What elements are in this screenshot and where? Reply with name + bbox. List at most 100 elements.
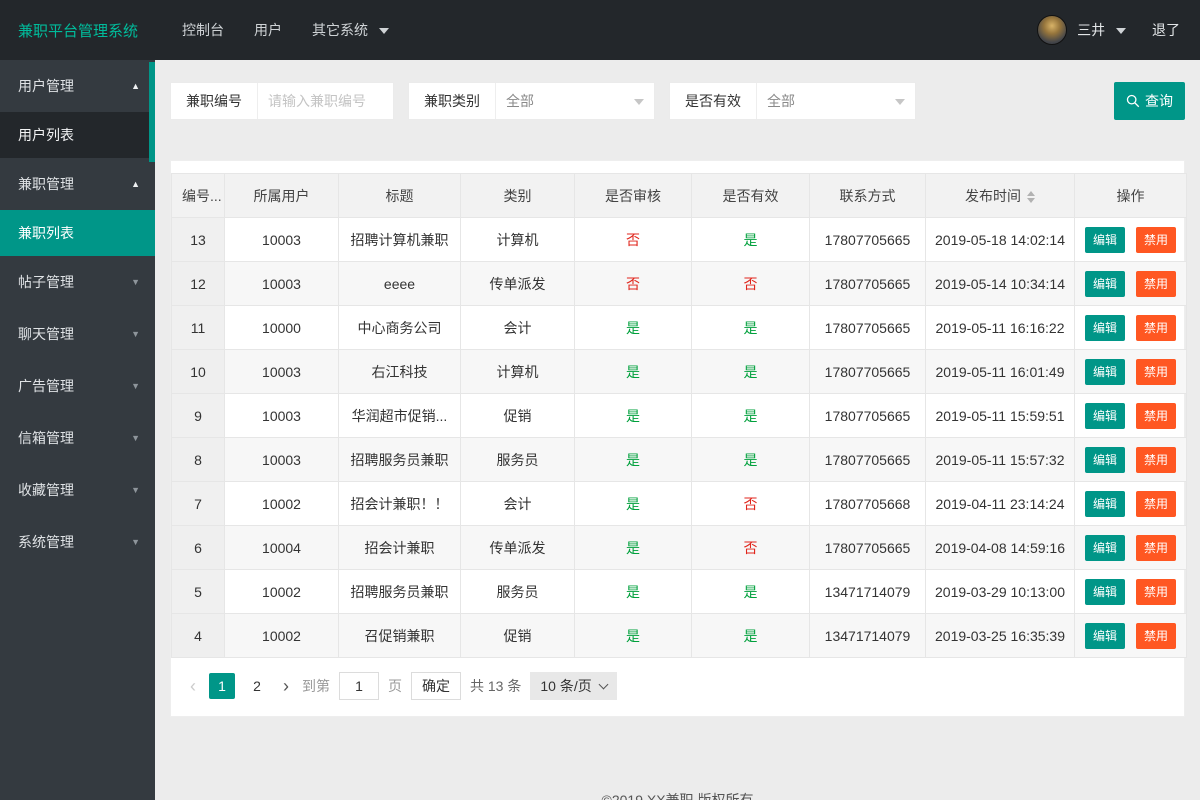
col-header-time: 发布时间 xyxy=(925,173,1075,218)
cell-time: 2019-03-29 10:13:00 xyxy=(925,569,1075,614)
page-size-select[interactable]: 10 条/页 xyxy=(530,672,617,700)
cell-valid: 是 xyxy=(691,349,810,394)
table-body: 13 10003 招聘计算机兼职 计算机 否 是 17807705665 201… xyxy=(171,217,1187,658)
table-row: 12 10003 eeee 传单派发 否 否 17807705665 2019-… xyxy=(171,261,1187,306)
nav-item-users[interactable]: 用户 xyxy=(239,0,297,60)
category-select[interactable]: 全部 xyxy=(496,83,654,119)
filter-bar: 兼职编号 兼职类别 全部 是否有效 全部 查询 xyxy=(170,82,1185,120)
edit-button[interactable]: 编辑 xyxy=(1085,490,1126,517)
cell-time: 2019-05-11 16:01:49 xyxy=(925,349,1075,394)
filter-category: 兼职类别 全部 xyxy=(408,82,655,120)
job-no-label: 兼职编号 xyxy=(171,83,258,119)
edit-button[interactable]: 编辑 xyxy=(1085,270,1126,297)
cell-title: 右江科技 xyxy=(338,349,461,394)
sidebar-item-label: 兼职列表 xyxy=(18,225,74,241)
sidebar-item-mailbox-mgmt[interactable]: 信箱管理 ▼ xyxy=(0,412,155,464)
sidebar-item-posts-mgmt[interactable]: 帖子管理 ▼ xyxy=(0,256,155,308)
table-header-row: 编号... 所属用户 标题 类别 是否审核 是否有效 联系方式 发布时间 操作 xyxy=(171,173,1187,218)
cell-category: 计算机 xyxy=(460,217,575,262)
username-dropdown[interactable]: 三井 xyxy=(1077,20,1126,40)
sort-icon[interactable] xyxy=(1027,190,1035,203)
cell-user: 10002 xyxy=(224,569,339,614)
prev-page-button[interactable]: ‹ xyxy=(186,676,200,696)
cell-audited: 是 xyxy=(574,569,692,614)
cell-category: 服务员 xyxy=(460,437,575,482)
app-title[interactable]: 兼职平台管理系统 xyxy=(0,20,167,41)
edit-button[interactable]: 编辑 xyxy=(1085,534,1126,561)
caret-icon: ▼ xyxy=(131,537,140,547)
cell-valid: 是 xyxy=(691,437,810,482)
cell-id: 12 xyxy=(171,261,225,306)
disable-button[interactable]: 禁用 xyxy=(1135,534,1176,561)
sidebar-item-label: 系统管理 xyxy=(18,534,74,550)
disable-button[interactable]: 禁用 xyxy=(1135,270,1176,297)
sidebar-item-favorites-mgmt[interactable]: 收藏管理 ▼ xyxy=(0,464,155,516)
sidebar-item-users-mgmt[interactable]: 用户管理 ▲ xyxy=(0,60,155,112)
sidebar-item-chat-mgmt[interactable]: 聊天管理 ▼ xyxy=(0,308,155,360)
cell-actions: 编辑 禁用 xyxy=(1074,525,1187,570)
nav-item-console[interactable]: 控制台 xyxy=(167,0,239,60)
caret-icon: ▲ xyxy=(131,81,140,91)
sidebar-item-jobs-mgmt[interactable]: 兼职管理 ▲ xyxy=(0,158,155,210)
cell-id: 11 xyxy=(171,305,225,350)
table-card: 编号... 所属用户 标题 类别 是否审核 是否有效 联系方式 发布时间 操作 … xyxy=(170,160,1187,717)
disable-button[interactable]: 禁用 xyxy=(1135,490,1176,517)
valid-select[interactable]: 全部 xyxy=(757,83,915,119)
caret-icon: ▼ xyxy=(131,277,140,287)
edit-button[interactable]: 编辑 xyxy=(1085,314,1126,341)
cell-phone: 13471714079 xyxy=(809,569,926,614)
col-header-category: 类别 xyxy=(460,173,575,218)
caret-icon: ▼ xyxy=(131,485,140,495)
search-button[interactable]: 查询 xyxy=(1114,82,1185,120)
search-icon xyxy=(1126,94,1140,108)
table-row: 11 10000 中心商务公司 会计 是 是 17807705665 2019-… xyxy=(171,305,1187,350)
edit-button[interactable]: 编辑 xyxy=(1085,358,1126,385)
sidebar-item-user-list[interactable]: 用户列表 xyxy=(0,112,155,158)
cell-id: 5 xyxy=(171,569,225,614)
edit-button[interactable]: 编辑 xyxy=(1085,622,1126,649)
cell-valid: 是 xyxy=(691,393,810,438)
cell-time: 2019-05-11 15:59:51 xyxy=(925,393,1075,438)
cell-actions: 编辑 禁用 xyxy=(1074,437,1187,482)
nav-item-other-systems[interactable]: 其它系统 xyxy=(297,0,404,60)
cell-phone: 13471714079 xyxy=(809,613,926,658)
sidebar-item-label: 广告管理 xyxy=(18,378,74,394)
cell-category: 计算机 xyxy=(460,349,575,394)
col-header-actions: 操作 xyxy=(1074,173,1187,218)
edit-button[interactable]: 编辑 xyxy=(1085,402,1126,429)
edit-button[interactable]: 编辑 xyxy=(1085,446,1126,473)
disable-button[interactable]: 禁用 xyxy=(1135,446,1176,473)
next-page-button[interactable]: › xyxy=(279,676,293,696)
cell-time: 2019-04-08 14:59:16 xyxy=(925,525,1075,570)
caret-icon: ▼ xyxy=(131,329,140,339)
table-row: 8 10003 招聘服务员兼职 服务员 是 是 17807705665 2019… xyxy=(171,437,1187,482)
sidebar-item-ads-mgmt[interactable]: 广告管理 ▼ xyxy=(0,360,155,412)
page-button-1[interactable]: 1 xyxy=(209,673,235,699)
cell-user: 10002 xyxy=(224,481,339,526)
disable-button[interactable]: 禁用 xyxy=(1135,314,1176,341)
sidebar-item-job-list[interactable]: 兼职列表 xyxy=(0,210,155,256)
sidebar-item-label: 信箱管理 xyxy=(18,430,74,446)
cell-title: eeee xyxy=(338,261,461,306)
chevron-down-icon xyxy=(895,99,905,105)
cell-audited: 是 xyxy=(574,437,692,482)
sidebar-item-system-mgmt[interactable]: 系统管理 ▼ xyxy=(0,516,155,568)
logout-link[interactable]: 退了 xyxy=(1152,20,1180,40)
disable-button[interactable]: 禁用 xyxy=(1135,402,1176,429)
col-header-user: 所属用户 xyxy=(224,173,339,218)
edit-button[interactable]: 编辑 xyxy=(1085,578,1126,605)
disable-button[interactable]: 禁用 xyxy=(1135,622,1176,649)
avatar[interactable] xyxy=(1037,15,1068,45)
cell-actions: 编辑 禁用 xyxy=(1074,569,1187,614)
disable-button[interactable]: 禁用 xyxy=(1135,226,1176,253)
cell-category: 服务员 xyxy=(460,569,575,614)
cell-title: 招聘计算机兼职 xyxy=(338,217,461,262)
page-button-2[interactable]: 2 xyxy=(244,673,270,699)
disable-button[interactable]: 禁用 xyxy=(1135,578,1176,605)
edit-button[interactable]: 编辑 xyxy=(1085,226,1126,253)
goto-page-input[interactable] xyxy=(339,672,379,700)
confirm-page-button[interactable]: 确定 xyxy=(411,672,461,700)
job-no-input[interactable] xyxy=(258,83,393,119)
table-row: 7 10002 招会计兼职！！ 会计 是 否 17807705668 2019-… xyxy=(171,481,1187,526)
disable-button[interactable]: 禁用 xyxy=(1135,358,1176,385)
